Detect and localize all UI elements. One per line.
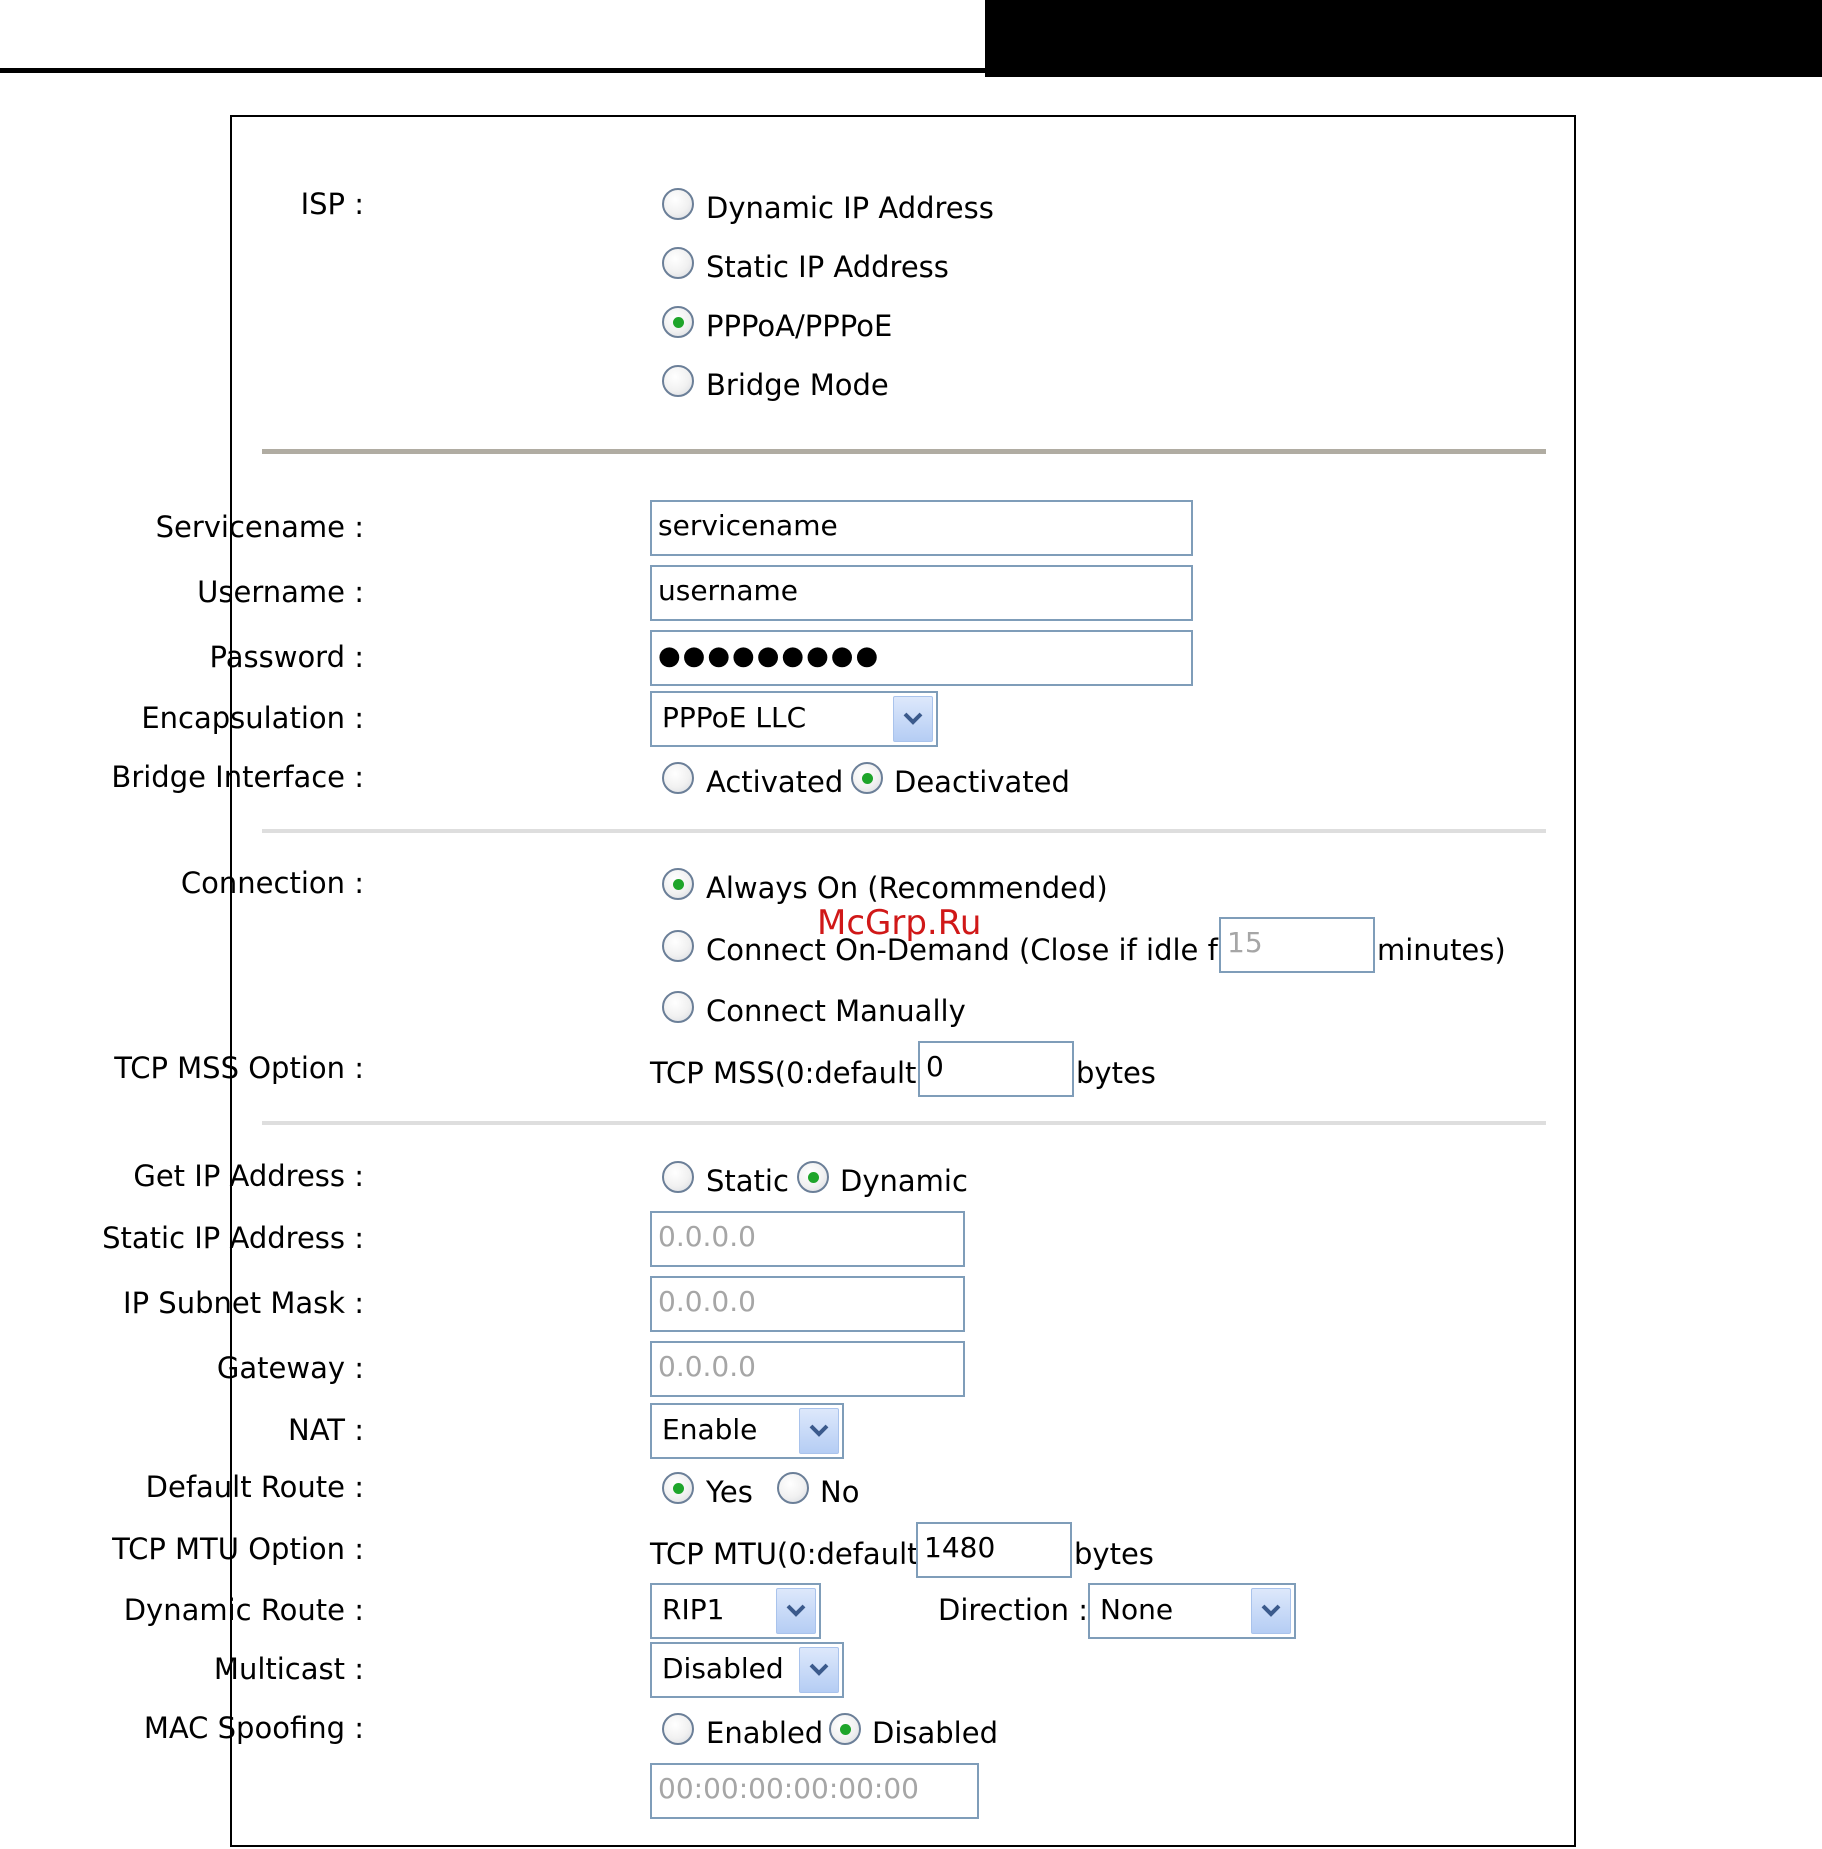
subnet-mask-label: IP Subnet Mask :: [123, 1286, 364, 1320]
direction-select[interactable]: None: [1088, 1583, 1296, 1639]
isp-bridge-mode-label: Bridge Mode: [706, 368, 889, 402]
connection-manually-label: Connect Manually: [706, 994, 966, 1028]
tcp-mtu-prefix: TCP MTU(0:default): [650, 1537, 930, 1571]
nat-label: NAT :: [288, 1413, 364, 1447]
chevron-down-icon: [799, 1647, 839, 1693]
header-rule: [0, 68, 995, 73]
gateway-input[interactable]: 0.0.0.0: [650, 1341, 965, 1397]
get-ip-static-radio[interactable]: [662, 1161, 694, 1193]
tcp-mtu-suffix: bytes: [1074, 1537, 1154, 1571]
mac-address-input[interactable]: 00:00:00:00:00:00: [650, 1763, 979, 1819]
servicename-input[interactable]: servicename: [650, 500, 1193, 556]
isp-dynamic-ip-label: Dynamic IP Address: [706, 191, 994, 225]
get-ip-label: Get IP Address :: [133, 1159, 364, 1193]
bridge-interface-label: Bridge Interface :: [111, 760, 364, 794]
isp-static-ip-radio[interactable]: [662, 247, 694, 279]
connection-always-on-label: Always On (Recommended): [706, 871, 1108, 905]
encapsulation-label: Encapsulation :: [141, 701, 364, 735]
subnet-mask-input[interactable]: 0.0.0.0: [650, 1276, 965, 1332]
isp-static-ip-label: Static IP Address: [706, 250, 949, 284]
mac-spoofing-disabled-radio[interactable]: [829, 1713, 861, 1745]
get-ip-dynamic-label: Dynamic: [840, 1164, 968, 1198]
isp-dynamic-ip-radio[interactable]: [662, 188, 694, 220]
get-ip-dynamic-radio[interactable]: [797, 1161, 829, 1193]
dynamic-route-value: RIP1: [662, 1593, 725, 1626]
tcp-mtu-input[interactable]: 1480: [916, 1522, 1072, 1578]
multicast-value: Disabled: [662, 1652, 784, 1685]
section-divider: [262, 1121, 1546, 1125]
idle-timeout-input[interactable]: 15: [1219, 917, 1375, 973]
isp-bridge-mode-radio[interactable]: [662, 365, 694, 397]
static-ip-label: Static IP Address :: [102, 1221, 364, 1255]
nat-select[interactable]: Enable: [650, 1403, 844, 1459]
password-input[interactable]: ●●●●●●●●●: [650, 630, 1193, 686]
chevron-down-icon: [776, 1588, 816, 1634]
tcp-mss-option-label: TCP MSS Option :: [114, 1051, 364, 1085]
mac-spoofing-disabled-label: Disabled: [872, 1716, 998, 1750]
section-divider: [262, 449, 1546, 454]
chevron-down-icon: [799, 1408, 839, 1454]
direction-value: None: [1100, 1593, 1174, 1626]
bridge-activated-label: Activated: [706, 765, 844, 799]
isp-pppoa-pppoe-label: PPPoA/PPPoE: [706, 309, 893, 343]
connection-manually-radio[interactable]: [662, 991, 694, 1023]
connection-label: Connection :: [180, 866, 364, 900]
password-label: Password :: [209, 640, 364, 674]
dynamic-route-select[interactable]: RIP1: [650, 1583, 821, 1639]
tcp-mss-suffix: bytes: [1076, 1056, 1156, 1090]
watermark-text: McGrp.Ru: [817, 903, 982, 943]
tcp-mss-prefix: TCP MSS(0:default): [650, 1056, 928, 1090]
bridge-activated-radio[interactable]: [662, 762, 694, 794]
bridge-deactivated-label: Deactivated: [894, 765, 1070, 799]
static-ip-input[interactable]: 0.0.0.0: [650, 1211, 965, 1267]
get-ip-static-label: Static: [706, 1164, 789, 1198]
section-divider: [262, 829, 1546, 833]
idle-minutes-label: minutes): [1377, 933, 1506, 967]
nat-value: Enable: [662, 1413, 758, 1446]
dynamic-route-label: Dynamic Route :: [123, 1593, 364, 1627]
username-label: Username :: [197, 575, 364, 609]
gateway-label: Gateway :: [216, 1351, 364, 1385]
connection-on-demand-radio[interactable]: [662, 930, 694, 962]
default-route-yes-radio[interactable]: [662, 1472, 694, 1504]
isp-label: ISP :: [300, 187, 364, 221]
encapsulation-value: PPPoE LLC: [662, 701, 807, 734]
default-route-no-radio[interactable]: [777, 1472, 809, 1504]
multicast-label: Multicast :: [213, 1652, 364, 1686]
connection-always-on-radio[interactable]: [662, 868, 694, 900]
username-input[interactable]: username: [650, 565, 1193, 621]
multicast-select[interactable]: Disabled: [650, 1642, 844, 1698]
default-route-label: Default Route :: [145, 1470, 364, 1504]
wan-settings-panel: ISP : Dynamic IP Address Static IP Addre…: [102, 115, 1576, 1847]
tcp-mss-input[interactable]: 0: [918, 1041, 1074, 1097]
default-route-no-label: No: [820, 1475, 860, 1509]
mac-spoofing-enabled-radio[interactable]: [662, 1713, 694, 1745]
bridge-deactivated-radio[interactable]: [851, 762, 883, 794]
mac-spoofing-enabled-label: Enabled: [706, 1716, 824, 1750]
direction-label: Direction :: [938, 1593, 1088, 1627]
chevron-down-icon: [1251, 1588, 1291, 1634]
servicename-label: Servicename :: [155, 510, 364, 544]
encapsulation-select[interactable]: PPPoE LLC: [650, 691, 938, 747]
tcp-mtu-option-label: TCP MTU Option :: [112, 1532, 364, 1566]
chevron-down-icon: [893, 696, 933, 742]
default-route-yes-label: Yes: [706, 1475, 753, 1509]
header-black-bar: [985, 0, 1822, 77]
isp-pppoa-pppoe-radio[interactable]: [662, 306, 694, 338]
mac-spoofing-label: MAC Spoofing :: [143, 1711, 364, 1745]
